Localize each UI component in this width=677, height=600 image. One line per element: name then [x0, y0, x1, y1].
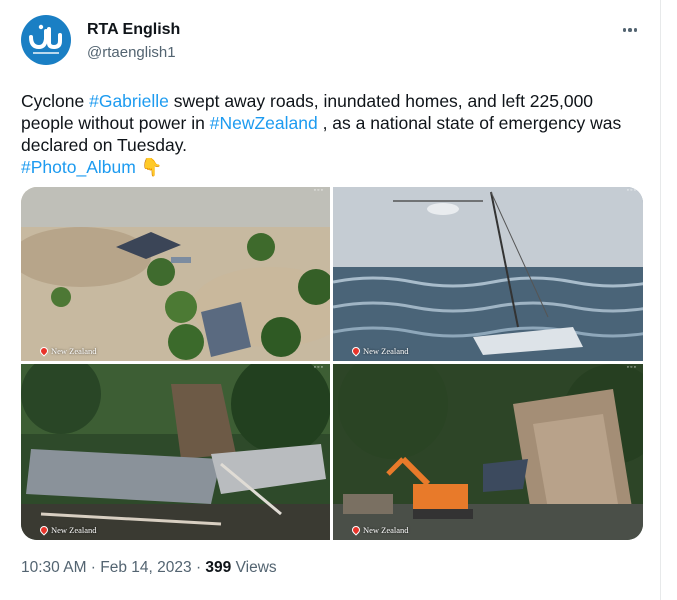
rta-logo-icon [29, 24, 62, 54]
account-handle[interactable]: @rtaenglish1 [87, 44, 176, 61]
hashtag-gabrielle[interactable]: #Gabrielle [89, 91, 169, 111]
photo-landslide[interactable]: ◦◦◦ New Zealand [333, 364, 643, 540]
account-name[interactable]: RTA English [87, 21, 180, 39]
photo-rescue[interactable]: ◦◦◦ New Zealand [333, 187, 643, 361]
location-label: New Zealand [38, 524, 97, 536]
photo-flood[interactable]: ◦◦◦ New Zealand [21, 187, 330, 361]
tweet-date[interactable]: Feb 14, 2023 [100, 559, 191, 576]
hashtag-newzealand[interactable]: #NewZealand [210, 113, 318, 133]
hashtag-photo-album[interactable]: #Photo_Album [21, 157, 136, 177]
view-count: 399 [205, 559, 232, 576]
more-options-icon[interactable] [618, 22, 642, 38]
watermark-icon: ◦◦◦ [626, 364, 637, 371]
tweet-meta: 10:30 AM · Feb 14, 2023 · 399 Views [21, 559, 277, 576]
tweet-text: Cyclone #Gabrielle swept away roads, inu… [21, 91, 622, 177]
watermark-icon: ◦◦◦ [313, 187, 324, 194]
pointing-down-emoji: 👇 [140, 157, 163, 177]
location-pin-icon [350, 524, 362, 536]
location-pin-icon [38, 524, 50, 536]
photo-collapsed-house[interactable]: ◦◦◦ New Zealand [21, 364, 330, 540]
avatar[interactable] [21, 15, 71, 65]
tweet-time[interactable]: 10:30 AM [21, 559, 87, 576]
location-pin-icon [38, 345, 50, 357]
views-label: Views [231, 559, 277, 576]
location-label: New Zealand [350, 524, 409, 536]
watermark-icon: ◦◦◦ [626, 187, 637, 194]
location-pin-icon [350, 345, 362, 357]
watermark-icon: ◦◦◦ [313, 364, 324, 371]
location-label: New Zealand [38, 345, 97, 357]
photo-grid: ◦◦◦ New Zealand ◦◦◦ New Zealand ◦◦◦ New … [21, 187, 643, 540]
location-label: New Zealand [350, 345, 409, 357]
tweet-card: RTA English @rtaenglish1 Cyclone #Gabrie… [0, 0, 661, 600]
